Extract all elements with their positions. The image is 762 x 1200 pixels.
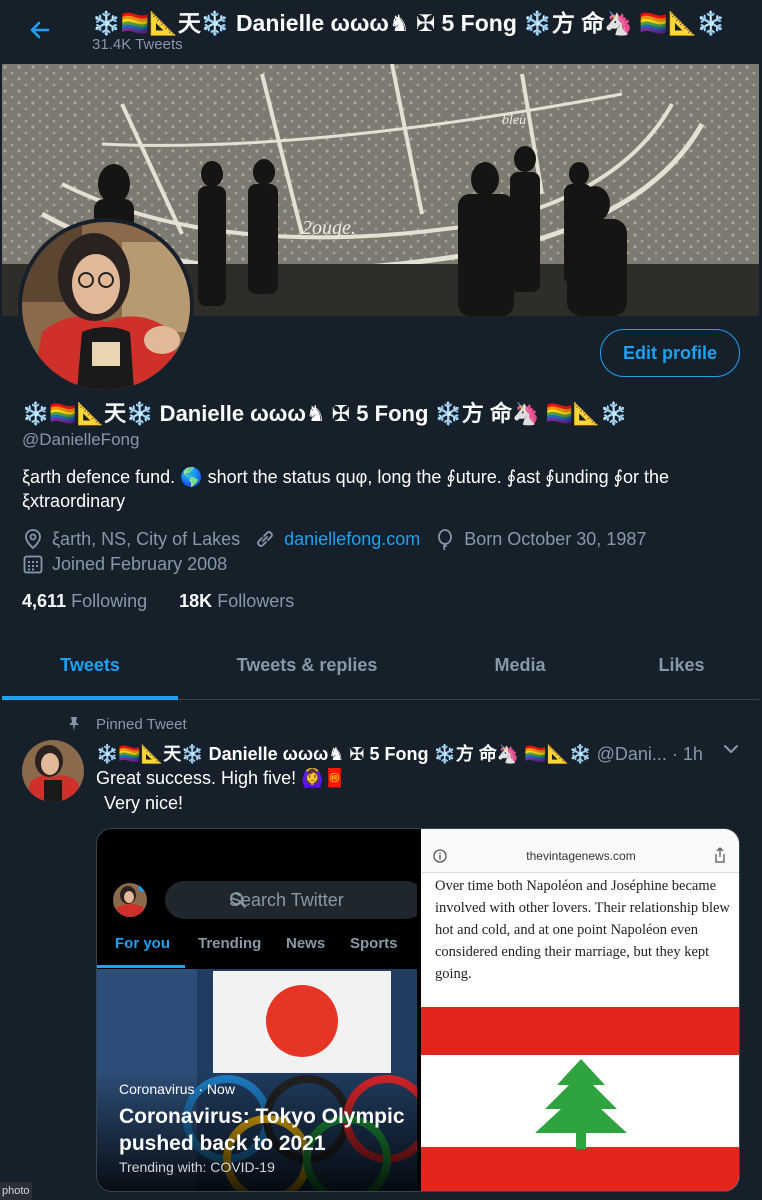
media-article-text: Over time both Napoléon and Joséphine be… bbox=[435, 878, 730, 982]
media-tab-sports: Sports bbox=[350, 935, 398, 952]
profile-birthday: Born October 30, 1987 bbox=[464, 528, 647, 549]
arrow-left-icon bbox=[30, 21, 50, 39]
tweet-text-line-2: Very nice! bbox=[104, 793, 184, 813]
followers-count: 18K bbox=[179, 591, 213, 611]
followers-label: Followers bbox=[217, 591, 295, 611]
media-news-trending: Trending with: COVID-19 bbox=[119, 1159, 275, 1175]
profile-handle: @DanielleFong bbox=[22, 430, 140, 449]
tab-tweets[interactable]: Tweets bbox=[2, 634, 178, 700]
header-name: ❄️🏳️‍🌈📐天❄️ Danielle ωωω♞ ✠ 5 Fong ❄️方 命🦄… bbox=[92, 10, 726, 36]
media-tab-for-you: For you bbox=[115, 935, 170, 952]
display-name: ❄️🏳️‍🌈📐天❄️ Danielle ωωω♞ ✠ 5 Fong ❄️方 命🦄… bbox=[22, 401, 628, 426]
tweet-media[interactable]: Search Twitter For you Trending News Spo… bbox=[96, 828, 740, 1192]
profile-website-link[interactable]: daniellefong.com bbox=[284, 529, 420, 550]
calendar-icon bbox=[23, 555, 43, 574]
svg-text:bleu: bleu bbox=[502, 113, 526, 128]
media-search-input: Search Twitter bbox=[165, 881, 417, 919]
profile-bio: ξarth defence fund. 🌎 short the status q… bbox=[22, 467, 670, 511]
following-label: Following bbox=[71, 591, 148, 611]
link-icon bbox=[257, 531, 274, 547]
media-news-category: Coronavirus · Now bbox=[119, 1081, 235, 1097]
tab-media[interactable]: Media bbox=[436, 634, 604, 700]
media-tab-trending: Trending bbox=[198, 935, 262, 952]
tweet-text-line-1: Great success. High five! 🙆‍♀️🧧 bbox=[96, 768, 346, 788]
followers-link[interactable]: 18K Followers bbox=[179, 591, 294, 611]
media-article-url: thevintagenews.com bbox=[526, 849, 636, 863]
location-pin-icon bbox=[25, 529, 41, 550]
svg-text:2ouge.: 2ouge. bbox=[302, 217, 356, 239]
media-screenshot-article[interactable]: thevintagenews.com Over time both Napolé… bbox=[421, 829, 739, 1191]
pin-icon bbox=[69, 717, 79, 731]
profile-location: ξarth, NS, City of Lakes bbox=[52, 528, 241, 549]
tweet-count: 31.4K Tweets bbox=[92, 36, 183, 53]
tweet-author-handle[interactable]: @Dani... bbox=[597, 744, 667, 764]
tweet-author-avatar[interactable] bbox=[22, 740, 84, 802]
chevron-down-icon[interactable] bbox=[720, 738, 742, 760]
back-button[interactable] bbox=[22, 12, 58, 48]
profile-tabs: Tweets Tweets & replies Media Likes bbox=[2, 634, 759, 700]
balloon-icon bbox=[438, 529, 453, 550]
following-count: 4,611 bbox=[22, 591, 67, 611]
photo-tag: photo bbox=[0, 1182, 32, 1200]
media-tab-indicator bbox=[97, 965, 185, 968]
profile-meta-row: ξarth, NS, City of Lakes daniellefong.co… bbox=[22, 528, 646, 550]
profile-joined: Joined February 2008 bbox=[52, 553, 228, 574]
profile-avatar[interactable] bbox=[18, 218, 194, 394]
following-link[interactable]: 4,611 Following bbox=[22, 591, 147, 611]
profile-joined-row: Joined February 2008 bbox=[22, 553, 227, 575]
search-icon bbox=[230, 892, 246, 908]
tab-tweets-and-replies[interactable]: Tweets & replies bbox=[178, 634, 436, 700]
tweet-header: ❄️🏳️‍🌈📐天❄️ Danielle ωωω♞ ✠ 5 Fong ❄️方 命🦄… bbox=[96, 740, 703, 766]
lebanon-flag-image bbox=[421, 1007, 739, 1191]
tab-likes[interactable]: Likes bbox=[604, 634, 759, 700]
active-tab-indicator bbox=[2, 696, 178, 700]
media-tab-news: News bbox=[286, 935, 326, 952]
tweet-time[interactable]: 1h bbox=[683, 744, 703, 764]
top-bar: ❄️🏳️‍🌈📐天❄️ Danielle ωωω♞ ✠ 5 Fong ❄️方 命🦄… bbox=[0, 0, 762, 62]
share-icon bbox=[715, 847, 725, 863]
tweet-author-name[interactable]: ❄️🏳️‍🌈📐天❄️ Danielle ωωω♞ ✠ 5 Fong ❄️方 命🦄… bbox=[96, 744, 592, 764]
media-news-headline: Coronavirus: Tokyo Olympic pushed back t… bbox=[119, 1105, 405, 1155]
tweet-separator: · bbox=[671, 744, 678, 764]
media-screenshot-twitter-explore[interactable]: Search Twitter For you Trending News Spo… bbox=[97, 829, 417, 1191]
edit-profile-button[interactable]: Edit profile bbox=[600, 329, 740, 377]
media-avatar bbox=[113, 883, 147, 917]
follow-stats: 4,611 Following 18K Followers bbox=[22, 591, 294, 612]
pinned-tweet-label: Pinned Tweet bbox=[96, 716, 187, 733]
